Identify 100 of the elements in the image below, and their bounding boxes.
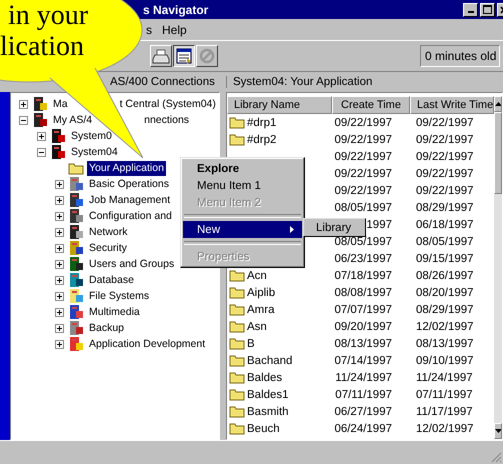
- tree-item[interactable]: Backup: [87, 320, 126, 336]
- last-write-time: 09/10/1997: [415, 354, 475, 366]
- tree-node-icon: [68, 176, 84, 192]
- expander-icon[interactable]: [19, 116, 28, 124]
- folder-icon: [229, 422, 245, 435]
- last-write-time: 08/05/1997: [415, 236, 475, 248]
- tree-node-icon: [32, 96, 48, 112]
- create-time: 07/07/1997: [333, 304, 393, 316]
- tree-item[interactable]: File Systems: [87, 288, 152, 304]
- expander-icon[interactable]: [55, 244, 64, 252]
- expander-icon[interactable]: [55, 196, 64, 204]
- create-time: 09/22/1997: [333, 184, 393, 196]
- tree-item[interactable]: Network: [87, 224, 130, 240]
- tree-item[interactable]: nnections: [142, 112, 192, 128]
- expander-icon[interactable]: [37, 132, 46, 140]
- create-time: 06/23/1997: [333, 252, 393, 264]
- library-name: Amra: [247, 304, 274, 316]
- minimize-button[interactable]: [463, 2, 478, 16]
- last-write-time: 11/24/1997: [415, 372, 474, 384]
- menu-item[interactable]: s: [146, 22, 152, 36]
- maximize-icon: [483, 5, 492, 14]
- tree-item[interactable]: Application Development: [87, 336, 208, 352]
- expander-icon[interactable]: [55, 276, 64, 284]
- tree-node-icon: [68, 240, 84, 256]
- expander-icon[interactable]: [37, 148, 46, 156]
- expander-icon[interactable]: [55, 308, 64, 316]
- expander-icon[interactable]: [19, 100, 28, 108]
- create-time: 08/05/1997: [333, 202, 393, 214]
- library-name: Baldes1: [247, 388, 289, 400]
- library-name: Aiplib: [247, 286, 276, 298]
- last-write-time: 08/13/1997: [415, 338, 475, 350]
- details-view-icon: [176, 48, 192, 64]
- expander-icon[interactable]: [55, 292, 64, 300]
- expander-icon[interactable]: [55, 228, 64, 236]
- last-write-time: 08/26/1997: [415, 270, 475, 282]
- submenu-arrow-icon: [290, 226, 294, 233]
- tree-item[interactable]: Your Application: [87, 160, 166, 176]
- vertical-scrollbar[interactable]: [494, 96, 502, 439]
- column-header[interactable]: Last Write Time: [410, 96, 494, 114]
- library-name: Acn: [247, 270, 267, 282]
- column-header[interactable]: Create Time: [332, 96, 410, 114]
- context-menu-item[interactable]: Menu Item 1: [183, 177, 302, 194]
- create-time: 09/22/1997: [333, 116, 393, 128]
- expander-icon[interactable]: [55, 324, 64, 332]
- tree-node-icon: [68, 208, 84, 224]
- tree-item[interactable]: Job Management: [87, 192, 172, 208]
- library-name: Baldes: [247, 372, 282, 384]
- tree-item[interactable]: Database: [87, 272, 136, 288]
- printer-icon: [152, 50, 170, 64]
- last-write-time: 09/15/1997: [415, 252, 475, 264]
- last-write-time: 09/22/1997: [415, 116, 475, 128]
- tree-item[interactable]: Ma: [51, 96, 70, 112]
- folder-icon: [229, 303, 245, 316]
- context-menu-item[interactable]: Explore: [183, 160, 302, 177]
- last-write-time: 12/02/1997: [415, 422, 475, 434]
- tree-node-icon: [68, 256, 84, 272]
- expander-icon[interactable]: [55, 212, 64, 220]
- expander-icon[interactable]: [55, 340, 64, 348]
- tree-item[interactable]: System04: [69, 144, 120, 160]
- submenu-item[interactable]: Library: [304, 219, 365, 236]
- folder-icon: [229, 133, 245, 146]
- library-name: #drp1: [247, 116, 276, 128]
- create-time: 09/20/1997: [333, 320, 393, 332]
- last-write-time: 09/22/1997: [415, 168, 475, 180]
- library-name: Asn: [247, 320, 267, 332]
- column-header[interactable]: Library Name: [227, 96, 332, 114]
- expander-icon[interactable]: [55, 260, 64, 268]
- scrollbar-thumb[interactable]: [494, 112, 502, 194]
- details-view-button[interactable]: [173, 45, 195, 67]
- library-name: Beuch: [247, 422, 280, 434]
- print-button[interactable]: [150, 45, 172, 67]
- expander-icon[interactable]: [55, 180, 64, 188]
- last-write-time: 06/18/1997: [415, 218, 475, 230]
- tree-item[interactable]: Multimedia: [87, 304, 142, 320]
- context-menu-item[interactable]: New: [183, 221, 302, 238]
- create-time: 07/11/1997: [334, 388, 393, 400]
- tree-node-icon: [32, 112, 48, 128]
- folder-icon: [229, 371, 245, 384]
- last-write-time: 09/22/1997: [415, 150, 475, 162]
- resize-grip-icon[interactable]: [491, 452, 502, 463]
- minimize-icon: [468, 11, 474, 13]
- last-write-time: 08/29/1997: [415, 202, 475, 214]
- create-time: 07/14/1997: [333, 354, 393, 366]
- tree-item[interactable]: Basic Operations: [87, 176, 171, 192]
- tree-item[interactable]: Security: [87, 240, 129, 256]
- scroll-up-icon: [495, 102, 501, 106]
- maximize-button[interactable]: [480, 2, 495, 16]
- stop-icon: [200, 48, 214, 64]
- tree-item[interactable]: My AS/4: [51, 112, 94, 128]
- create-time: 08/13/1997: [333, 338, 393, 350]
- tree-item[interactable]: Configuration and: [87, 208, 174, 224]
- tree-item[interactable]: t Central (System04): [118, 96, 218, 112]
- menu-item[interactable]: Help: [162, 22, 187, 36]
- create-time: 09/22/1997: [333, 168, 393, 180]
- speech-bubble-text: in your lication: [0, 0, 88, 62]
- create-time: 07/18/1997: [333, 270, 393, 282]
- tree-item[interactable]: Users and Groups: [87, 256, 176, 272]
- stop-button[interactable]: [196, 45, 218, 67]
- tree-item[interactable]: System0: [69, 128, 114, 144]
- last-write-time: 12/02/1997: [415, 320, 475, 332]
